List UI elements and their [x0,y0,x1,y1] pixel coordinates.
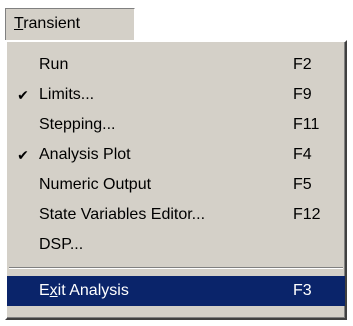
menu-item-shortcut: F3 [293,282,312,299]
menu-item-label: Run [39,56,69,73]
menu-item-label: Analysis Plot [39,146,131,163]
menu-item-analysis-plot[interactable]: ✔ Analysis Plot F4 [7,140,345,170]
menu-item-exit-analysis[interactable]: Exit Analysis F3 [7,276,345,306]
menu-item-shortcut: F5 [293,176,312,193]
exit-label-post: it Analysis [57,282,129,299]
menu-item-dsp[interactable]: DSP... [7,230,345,260]
menu-title-mnemonic: T [14,15,24,32]
menu-item-shortcut: F12 [293,206,321,223]
menu-item-shortcut: F2 [293,56,312,73]
menu-item-label: Exit Analysis [39,276,129,306]
menu-item-stepping[interactable]: Stepping... F11 [7,110,345,140]
menu-item-label: Stepping... [39,116,116,133]
check-icon: ✔ [17,147,29,163]
menu-item-label: DSP... [39,236,84,253]
menu-item-label: State Variables Editor... [39,206,206,223]
menu-item-run[interactable]: Run F2 [7,50,345,80]
screen: Transient Run F2 ✔ Limits... F9 Stepping… [0,0,353,326]
menu-items: Run F2 ✔ Limits... F9 Stepping... F11 ✔ … [7,50,345,306]
menu-item-limits[interactable]: ✔ Limits... F9 [7,80,345,110]
menu-item-shortcut: F4 [293,146,312,163]
menu-item-state-variables-editor[interactable]: State Variables Editor... F12 [7,200,345,230]
menu-item-numeric-output[interactable]: Numeric Output F5 [7,170,345,200]
exit-label-mnemonic: x [49,282,58,299]
check-icon: ✔ [17,87,29,103]
menu-title-label: ransient [23,15,81,32]
menu-title-transient[interactable]: Transient [5,8,135,40]
exit-label-pre: E [39,282,50,299]
menu-item-label: Numeric Output [39,176,152,193]
menu-separator [7,260,345,276]
menu-item-shortcut: F9 [293,86,312,103]
menu-item-shortcut: F11 [293,116,320,133]
menu-item-label: Limits... [39,86,95,103]
transient-dropdown-menu: Run F2 ✔ Limits... F9 Stepping... F11 ✔ … [5,40,347,320]
